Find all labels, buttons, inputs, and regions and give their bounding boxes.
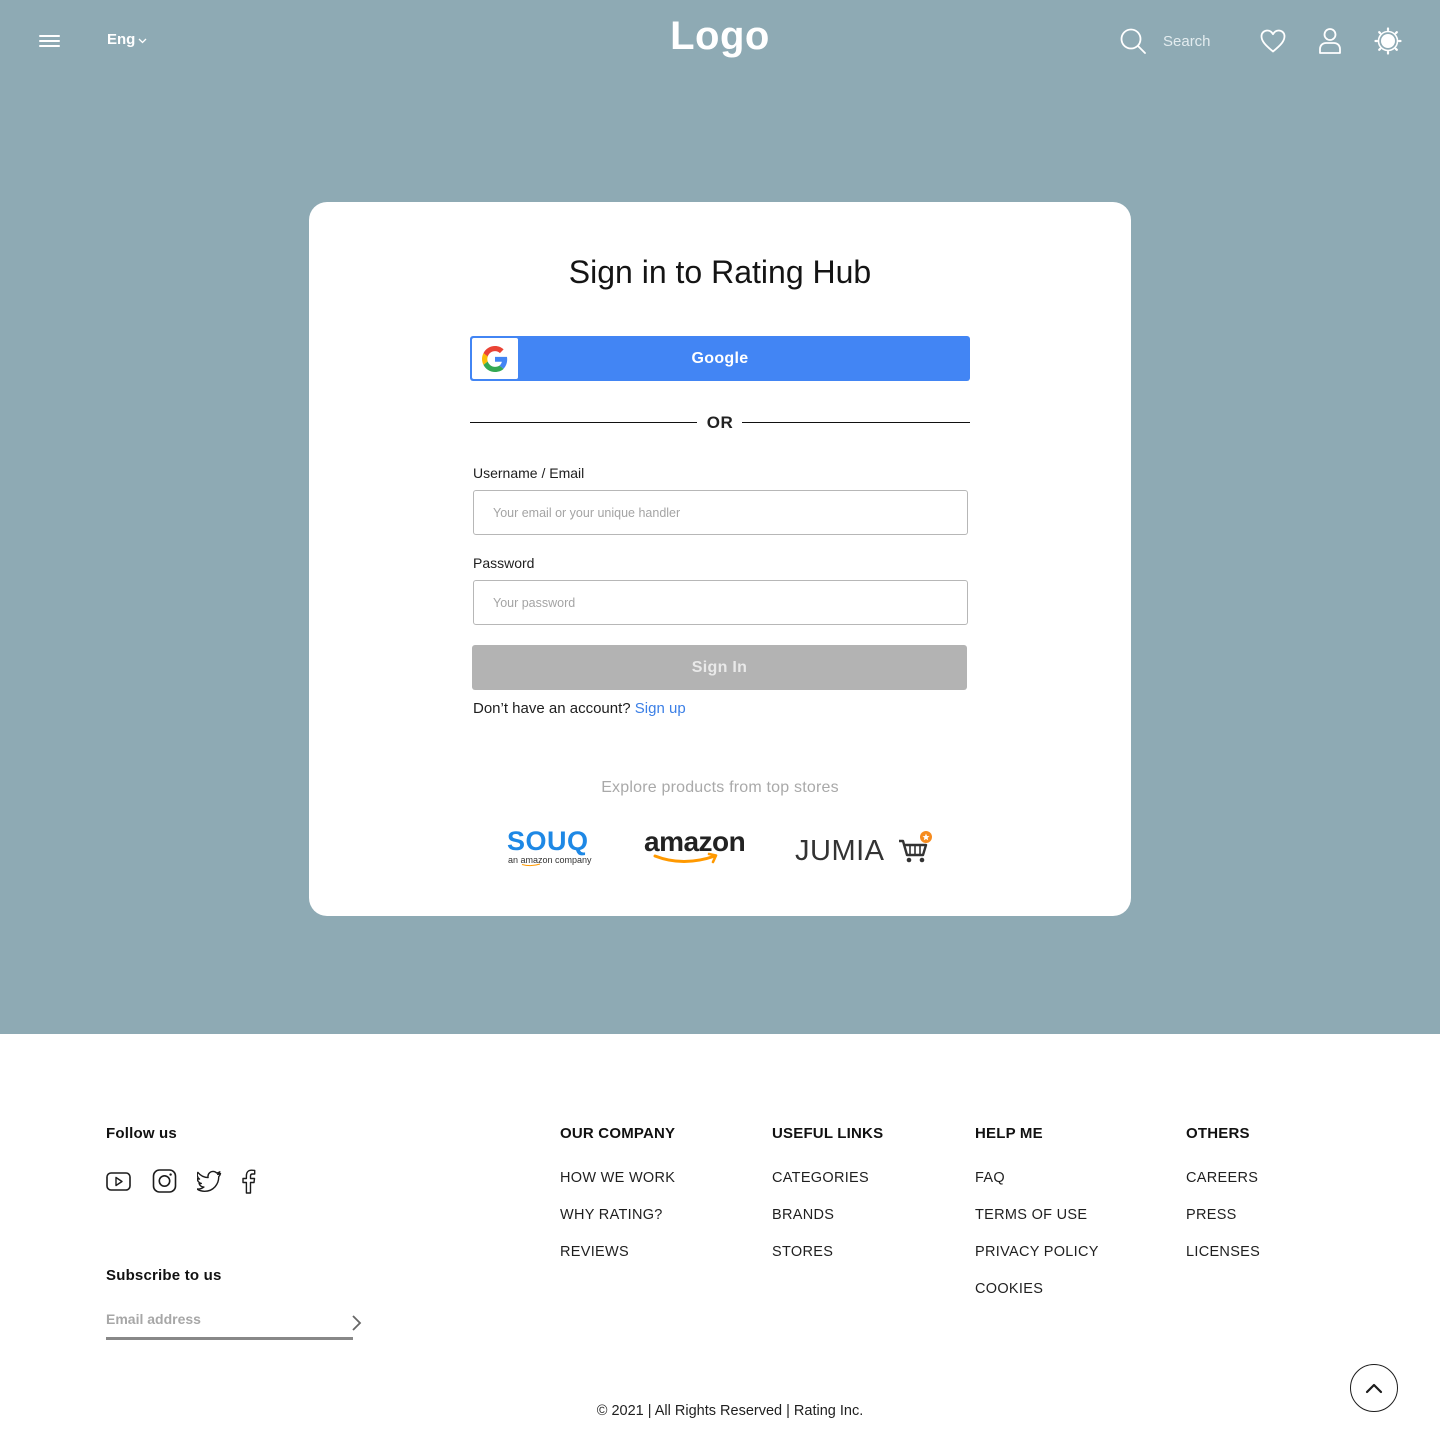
store-souq-logo[interactable]: SOUQ an amazon company [505,826,601,868]
hero-section: Eng Logo Search Sign in to Rating Hub Go… [0,0,1440,1034]
or-label: OR [706,413,734,432]
facebook-link[interactable] [239,1168,257,1199]
twitter-icon [196,1170,222,1192]
google-logo-badge [472,338,518,379]
google-signin-button[interactable]: Google [470,336,970,381]
svg-text:an amazon company: an amazon company [508,855,592,865]
signin-title: Sign in to Rating Hub [568,254,872,290]
site-logo[interactable]: Logo [670,14,770,58]
store-jumia-logo[interactable]: JUMIA [795,828,935,868]
footer-link-terms-of-use[interactable]: TERMS OF USE [975,1207,1087,1223]
no-account-text: Don’t have an account? [473,700,635,717]
search-bar[interactable] [1119,26,1243,56]
footer-link-cookies[interactable]: COOKIES [975,1281,1043,1297]
instagram-icon [152,1169,177,1193]
svg-text:SOUQ: SOUQ [507,826,589,856]
facebook-icon [242,1169,256,1194]
signup-link[interactable]: Sign up [635,700,686,717]
youtube-link[interactable] [106,1168,131,1199]
chevron-down-icon [138,38,147,44]
password-label: Password [473,555,535,571]
footer-heading-help-me: HELP ME [975,1125,1043,1142]
souq-logo-icon: SOUQ an amazon company [507,826,592,867]
jumia-logo-icon: JUMIA [795,831,932,867]
password-input[interactable] [473,580,968,625]
svg-text:amazon: amazon [644,827,745,857]
google-button-label: Google [691,349,749,367]
footer-link-brands[interactable]: BRANDS [772,1207,834,1223]
signup-prompt: Don’t have an account? Sign up [473,700,686,717]
footer-link-why-rating[interactable]: WHY RATING? [560,1207,663,1223]
google-icon [482,345,508,372]
instagram-link[interactable] [152,1168,177,1199]
language-label: Eng [107,31,136,48]
footer-link-how-we-work[interactable]: HOW WE WORK [560,1170,675,1186]
twitter-link[interactable] [196,1168,222,1199]
username-label: Username / Email [473,465,585,481]
amazon-logo-icon: amazon [644,826,746,864]
top-navbar: Eng Logo [0,0,1440,82]
wishlist-button[interactable] [1258,26,1288,56]
footer-link-licenses[interactable]: LICENSES [1186,1244,1260,1260]
chevron-right-icon [352,1315,362,1331]
footer-heading-useful-links: USEFUL LINKS [772,1125,884,1142]
footer-link-faq[interactable]: FAQ [975,1170,1005,1186]
stores-heading: Explore products from top stores [601,779,839,796]
youtube-icon [106,1172,131,1191]
theme-toggle-button[interactable] [1373,26,1403,56]
sun-icon [1374,27,1402,55]
chevron-up-icon [1365,1383,1383,1394]
search-icon [1120,28,1146,54]
subscribe-submit-button[interactable] [346,1313,366,1333]
copyright-text: © 2021 | All Rights Reserved | Rating In… [596,1403,864,1419]
footer-heading-our-company: OUR COMPANY [560,1125,676,1142]
footer-link-reviews[interactable]: REVIEWS [560,1244,629,1260]
subscribe-email-input[interactable] [106,1306,352,1332]
signin-card: Sign in to Rating Hub Google OR Username… [309,202,1131,916]
footer-link-press[interactable]: PRESS [1186,1207,1237,1223]
hamburger-menu-button[interactable] [38,30,62,52]
footer-link-stores[interactable]: STORES [772,1244,833,1260]
signin-button[interactable]: Sign In [472,645,967,690]
footer-link-careers[interactable]: CAREERS [1186,1170,1258,1186]
divider-line-right [742,422,970,423]
account-button[interactable] [1315,26,1345,56]
footer-link-privacy-policy[interactable]: PRIVACY POLICY [975,1244,1099,1260]
username-input[interactable] [473,490,968,535]
search-input[interactable] [1163,32,1243,50]
heart-icon [1260,29,1286,53]
store-amazon-logo[interactable]: amazon [643,826,749,867]
svg-text:JUMIA: JUMIA [795,835,885,867]
or-divider: OR [470,411,970,435]
follow-heading: Follow us [106,1125,177,1142]
footer-link-categories[interactable]: CATEGORIES [772,1170,869,1186]
subscribe-heading: Subscribe to us [106,1267,222,1284]
subscribe-underline [106,1337,353,1340]
language-selector[interactable]: Eng [107,31,147,48]
user-icon [1319,28,1341,54]
footer-heading-others: OTHERS [1186,1125,1250,1142]
